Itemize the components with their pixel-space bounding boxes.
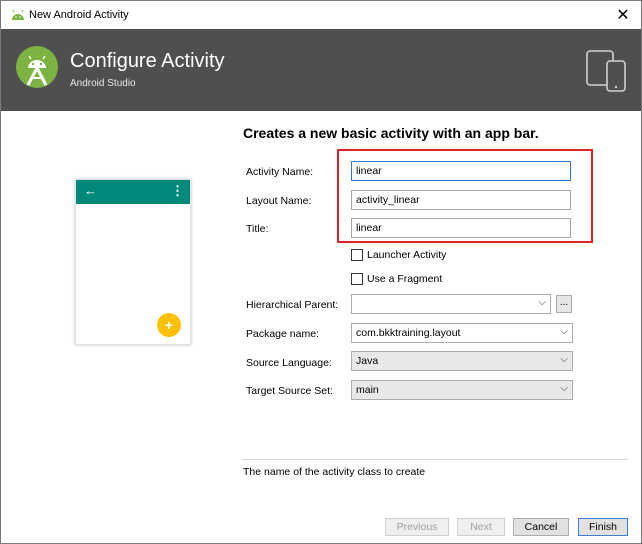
back-arrow-icon: ← xyxy=(84,183,97,198)
window-title: New Android Activity xyxy=(29,9,129,21)
launcher-activity-checkbox[interactable]: Launcher Activity xyxy=(351,249,446,261)
chevron-down-icon: ⌵ xyxy=(560,354,568,365)
title-bar: New Android Activity ✕ xyxy=(1,1,641,29)
source-language-select[interactable]: Java ⌵ xyxy=(351,351,573,371)
source-language-value: Java xyxy=(356,355,379,367)
source-language-label: Source Language: xyxy=(246,357,332,369)
overflow-menu-icon: ⋮ xyxy=(171,183,184,198)
use-fragment-checkbox[interactable]: Use a Fragment xyxy=(351,273,442,285)
layout-name-label: Layout Name: xyxy=(246,195,312,207)
hierarchical-parent-combo[interactable]: ⌵ xyxy=(351,294,551,314)
close-button[interactable]: ✕ xyxy=(605,1,641,29)
android-studio-icon xyxy=(16,46,58,88)
package-name-value: com.bkktraining.layout xyxy=(356,327,461,339)
highlight-box xyxy=(337,149,593,243)
target-source-set-label: Target Source Set: xyxy=(246,385,333,397)
cancel-button[interactable]: Cancel xyxy=(513,518,569,536)
package-name-combo[interactable]: com.bkktraining.layout ⌵ xyxy=(351,323,573,343)
android-icon xyxy=(12,9,24,20)
title-label: Title: xyxy=(246,223,269,235)
launcher-activity-label: Launcher Activity xyxy=(367,249,447,261)
package-name-label: Package name: xyxy=(246,328,319,340)
preview-app-bar: ← ⋮ xyxy=(76,180,190,204)
previous-button[interactable]: Previous xyxy=(385,518,449,536)
hierarchical-parent-label: Hierarchical Parent: xyxy=(246,299,339,311)
activity-description-heading: Creates a new basic activity with an app… xyxy=(243,125,539,141)
activity-name-label: Activity Name: xyxy=(246,166,314,178)
activity-preview: ← ⋮ + xyxy=(75,179,191,345)
new-android-activity-window: New Android Activity ✕ Configure Activit… xyxy=(0,0,642,544)
devices-icon xyxy=(586,50,626,92)
checkbox-box[interactable] xyxy=(351,273,363,285)
next-button[interactable]: Next xyxy=(457,518,505,536)
close-icon: ✕ xyxy=(616,7,630,24)
help-text: The name of the activity class to create xyxy=(243,466,426,478)
chevron-down-icon: ⌵ xyxy=(560,326,568,337)
target-source-set-value: main xyxy=(356,384,379,396)
checkbox-box[interactable] xyxy=(351,249,363,261)
use-fragment-label: Use a Fragment xyxy=(367,273,443,285)
chevron-down-icon: ⌵ xyxy=(560,383,568,394)
browse-parent-button[interactable]: ... xyxy=(556,295,572,313)
finish-button[interactable]: Finish xyxy=(578,518,628,536)
chevron-down-icon: ⌵ xyxy=(538,297,546,308)
floating-action-button-icon: + xyxy=(157,313,181,337)
help-divider xyxy=(242,459,628,460)
header-subtitle: Android Studio xyxy=(70,78,136,89)
target-source-set-select[interactable]: main ⌵ xyxy=(351,380,573,400)
header-title: Configure Activity xyxy=(70,50,225,72)
wizard-header: Configure Activity Android Studio xyxy=(1,29,641,111)
